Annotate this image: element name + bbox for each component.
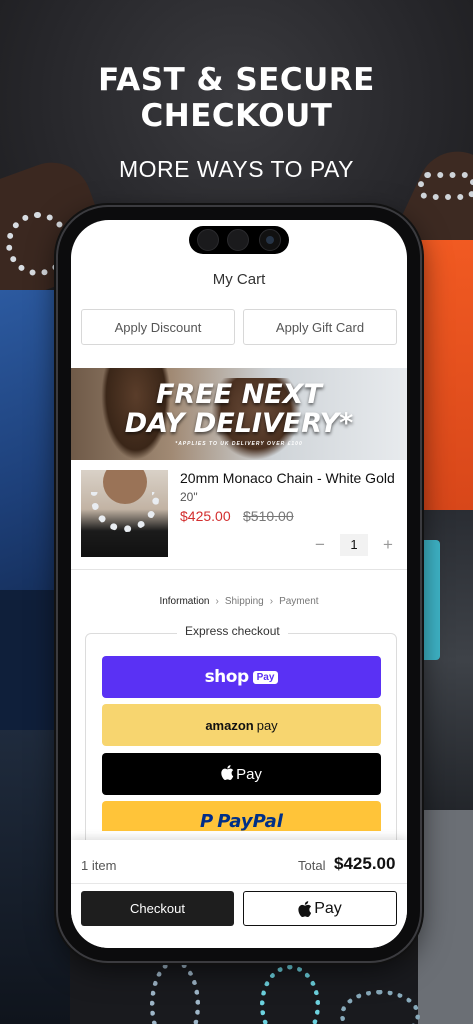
quantity-increase-button[interactable]: + — [377, 535, 399, 555]
express-checkout-label: Express checkout — [177, 624, 288, 638]
product-compare-price: $510.00 — [243, 508, 294, 524]
breadcrumb-information[interactable]: Information — [159, 596, 209, 607]
apple-pay-express-button[interactable]: Pay — [102, 753, 381, 795]
product-sale-price: $425.00 — [180, 508, 231, 524]
amazon-pay-text: pay — [256, 717, 278, 733]
checkout-breadcrumb: Information › Shipping › Payment — [71, 596, 407, 607]
background-teal-item — [420, 540, 440, 660]
island-sensor — [197, 229, 219, 251]
banner-line2: DAY DELIVERY* — [124, 408, 354, 439]
breadcrumb-payment[interactable]: Payment — [279, 596, 318, 607]
island-sensor — [227, 229, 249, 251]
quantity-stepper: − 1 + — [309, 533, 399, 557]
paypal-icon: P — [200, 811, 214, 831]
hero-title: FAST & SECURE CHECKOUT — [0, 62, 473, 134]
apple-pay-button[interactable]: Pay — [243, 891, 397, 926]
checkout-button[interactable]: Checkout — [81, 891, 234, 926]
product-image-chain — [91, 492, 159, 532]
product-name[interactable]: 20mm Monaco Chain - White Gold — [180, 470, 395, 486]
breadcrumb-shipping[interactable]: Shipping — [225, 596, 264, 607]
total-row: 1 item Total $425.00 — [71, 840, 407, 884]
item-count: 1 item — [81, 858, 117, 873]
banner-line1: FREE NEXT — [156, 379, 322, 410]
hero-title-line1: FAST & SECURE — [98, 62, 375, 98]
banner-note: *APPLIES TO UK DELIVERY OVER £100 — [175, 441, 303, 447]
background-orange-box — [418, 240, 473, 510]
paypal-wordmark: PayPal — [217, 811, 283, 831]
shop-pay-button[interactable]: shop Pay — [102, 656, 381, 698]
total-label: Total — [298, 858, 326, 873]
phone-screen: My Cart Apply Discount Apply Gift Card F… — [71, 220, 407, 948]
apply-gift-card-button[interactable]: Apply Gift Card — [243, 309, 397, 345]
shop-pay-wordmark: shop — [204, 667, 250, 687]
dynamic-island — [189, 226, 289, 254]
quantity-decrease-button[interactable]: − — [309, 535, 331, 555]
product-variant: 20" — [180, 490, 198, 504]
camera-icon — [259, 229, 281, 251]
delivery-banner[interactable]: FREE NEXT DAY DELIVERY* *APPLIES TO UK D… — [71, 368, 407, 460]
paypal-button[interactable]: P PayPal — [102, 801, 381, 831]
shop-pay-badge: Pay — [252, 670, 279, 684]
product-image[interactable] — [81, 470, 168, 557]
apple-pay-label: Pay — [314, 899, 342, 917]
quantity-value[interactable]: 1 — [340, 534, 368, 556]
chevron-right-icon: › — [269, 596, 274, 607]
total-value: $425.00 — [334, 854, 396, 873]
chevron-right-icon: › — [215, 596, 219, 607]
cart-line-item: 20mm Monaco Chain - White Gold 20" $425.… — [71, 460, 407, 570]
banner-headline: FREE NEXT DAY DELIVERY* — [71, 380, 407, 438]
background-right-bottom — [418, 810, 473, 1024]
cart-summary-bar: 1 item Total $425.00 Checkout Pay — [71, 840, 407, 948]
hero-subtitle: MORE WAYS TO PAY — [118, 156, 355, 182]
apply-discount-button[interactable]: Apply Discount — [81, 309, 235, 345]
apple-pay-text: Pay — [236, 765, 262, 783]
cart-title: My Cart — [212, 271, 266, 288]
apple-icon — [298, 900, 312, 917]
amazon-wordmark: amazon — [205, 717, 254, 733]
amazon-pay-button[interactable]: amazon pay — [102, 704, 381, 746]
hero-title-line2: CHECKOUT — [140, 98, 333, 134]
apple-icon — [221, 765, 234, 783]
